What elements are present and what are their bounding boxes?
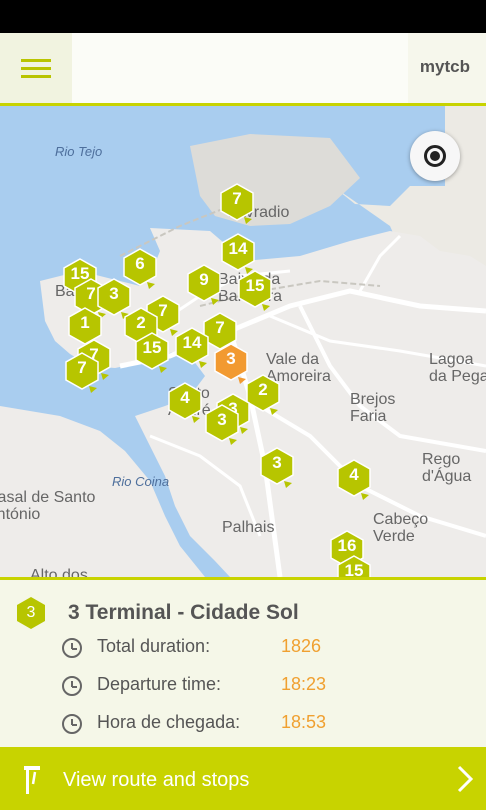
hamburger-menu-icon <box>21 54 51 83</box>
bus-stop-marker[interactable]: 15 <box>236 269 274 311</box>
map-view[interactable]: Rio Tejo Rio Coina Lavradio Barreiro Bai… <box>0 106 486 577</box>
marker-label: 3 <box>109 284 119 303</box>
info-label: Hora de chegada: <box>97 712 241 732</box>
bus-stop-marker[interactable]: 9 <box>185 263 223 305</box>
bus-stop-marker[interactable]: 15 <box>335 554 373 577</box>
marker-label: 14 <box>228 239 248 258</box>
place-label: Lagoa da Pega <box>429 351 486 385</box>
menu-button[interactable] <box>0 33 72 103</box>
place-label: Cabeço Verde <box>373 511 429 545</box>
info-value: 1826 <box>281 636 322 656</box>
bus-stop-marker[interactable]: 3 <box>258 446 296 488</box>
route-number: 3 <box>26 604 36 621</box>
bus-stop-marker[interactable]: 14 <box>219 232 257 274</box>
info-label: Total duration: <box>97 636 211 656</box>
route-number-badge: 3 <box>14 596 48 630</box>
marker-label: 6 <box>135 254 145 273</box>
status-bar <box>0 0 486 33</box>
marker-label: 3 <box>226 349 236 368</box>
bus-stop-icon <box>24 766 40 794</box>
marker-label: 4 <box>180 388 190 407</box>
marker-label: 15 <box>245 276 265 295</box>
chevron-right-icon <box>457 765 474 793</box>
marker-label: 7 <box>232 189 242 208</box>
locate-me-icon <box>424 145 446 167</box>
clock-icon <box>62 714 82 734</box>
place-label: Casal de Santo António <box>0 489 96 523</box>
place-label: Alto dos <box>30 567 88 577</box>
bus-stop-marker[interactable]: 7 <box>218 182 256 224</box>
info-label: Departure time: <box>97 674 222 694</box>
marker-label: 15 <box>344 561 364 577</box>
app-bar: mytcb <box>0 33 486 103</box>
marker-label: 4 <box>349 465 359 484</box>
place-label: Rego d'Água <box>422 451 472 485</box>
clock-icon <box>62 676 82 696</box>
view-route-label: View route and stops <box>63 769 250 791</box>
clock-icon <box>62 638 82 658</box>
marker-label: 1 <box>80 313 90 332</box>
search-area[interactable] <box>72 33 408 103</box>
marker-label: 7 <box>77 358 87 377</box>
marker-label: 14 <box>182 333 202 352</box>
water-label: Rio Coina <box>112 474 170 489</box>
view-route-button[interactable]: View route and stops <box>0 747 486 810</box>
bus-stop-marker[interactable]: 4 <box>335 458 373 500</box>
info-value: 18:53 <box>281 712 327 732</box>
marker-label: 15 <box>142 338 162 357</box>
info-value: 18:23 <box>281 674 327 694</box>
route-title: 3 Terminal - Cidade Sol <box>68 601 299 624</box>
marker-label: 9 <box>199 270 209 289</box>
bus-stop-marker[interactable]: 15 <box>133 331 171 373</box>
marker-label: 2 <box>136 313 146 332</box>
locate-me-button[interactable] <box>410 131 460 181</box>
bus-stop-marker[interactable]: 4 <box>166 381 204 423</box>
water-label: Rio Tejo <box>55 144 103 159</box>
marker-label: 3 <box>272 453 282 472</box>
bus-stop-marker[interactable]: 7 <box>63 351 101 393</box>
marker-label: 16 <box>337 536 357 555</box>
bus-stop-marker[interactable]: 3 <box>203 403 241 445</box>
bus-stop-marker[interactable]: 14 <box>173 326 211 368</box>
place-label: Palhais <box>222 519 275 536</box>
place-label: Brejos Faria <box>350 391 396 425</box>
app-title: mytcb <box>419 57 470 76</box>
marker-label: 3 <box>217 410 227 429</box>
